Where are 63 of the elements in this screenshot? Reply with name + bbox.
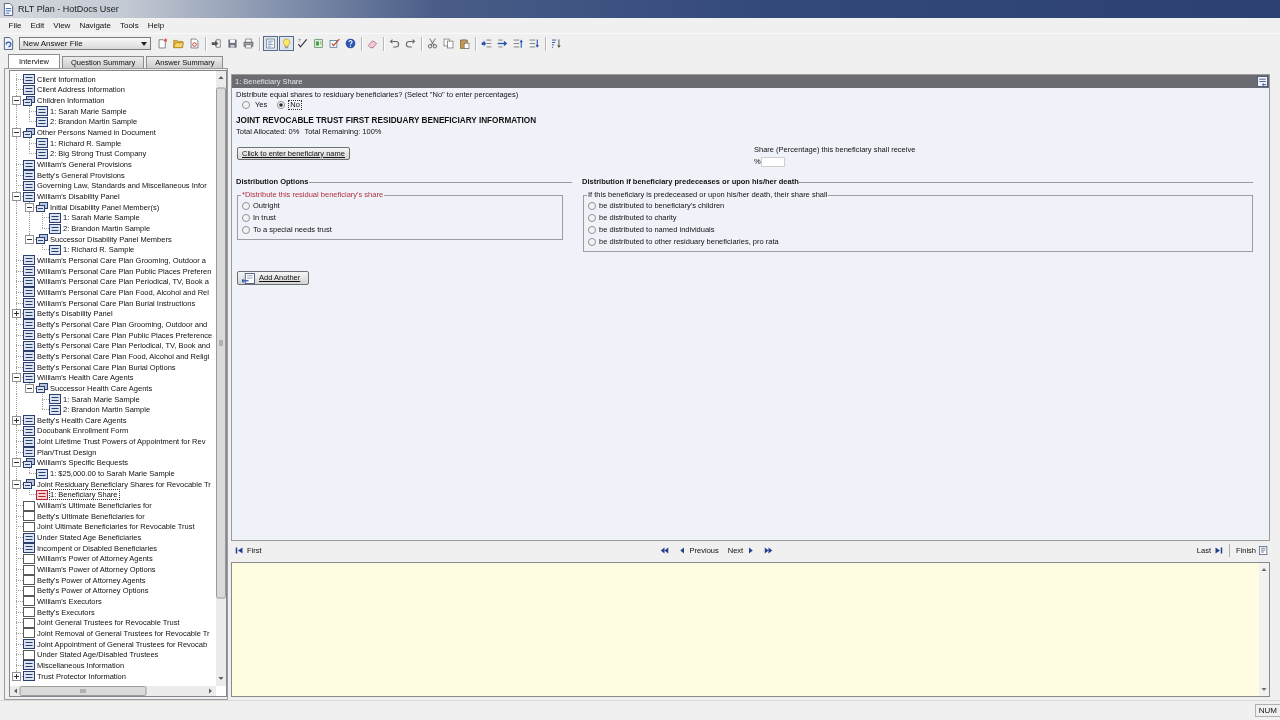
expand-icon[interactable] xyxy=(12,309,21,319)
horizontal-scrollbar[interactable] xyxy=(10,686,216,696)
double-left-arrow-icon[interactable] xyxy=(659,546,669,555)
status-indicator: NUM xyxy=(1254,704,1280,717)
menu-item[interactable]: Navigate xyxy=(74,19,116,32)
vertical-scrollbar[interactable] xyxy=(1259,563,1269,696)
move-up-icon[interactable] xyxy=(511,36,526,51)
collapse-icon[interactable] xyxy=(12,458,21,468)
collapse-icon[interactable] xyxy=(25,202,34,212)
paste-icon[interactable] xyxy=(457,36,472,51)
radio-button[interactable] xyxy=(277,101,286,109)
printer-icon[interactable] xyxy=(241,36,256,51)
window-icon[interactable] xyxy=(1257,76,1268,87)
lightbulb-icon[interactable] xyxy=(279,36,294,51)
collapse-icon[interactable] xyxy=(12,479,21,489)
radio-button[interactable] xyxy=(588,226,596,234)
vertical-scrollbar[interactable] xyxy=(216,71,226,686)
app-icon xyxy=(3,2,14,16)
radio-button[interactable] xyxy=(242,202,250,210)
collapse-icon[interactable] xyxy=(12,96,21,106)
double-right-arrow-icon[interactable] xyxy=(764,546,774,555)
document-icon xyxy=(1259,546,1268,555)
section-heading: JOINT REVOCABLE TRUST FIRST RESIDUARY BENEFICIARY INFORMATION xyxy=(236,115,537,127)
lined-page-icon[interactable] xyxy=(263,36,278,51)
right-arrow-icon[interactable] xyxy=(495,36,510,51)
arrow-page-icon[interactable] xyxy=(209,36,224,51)
radio-button[interactable] xyxy=(242,101,250,109)
collapse-icon[interactable] xyxy=(12,128,21,138)
page-icon[interactable] xyxy=(187,36,202,51)
collapse-icon[interactable] xyxy=(12,373,21,383)
radio-button[interactable] xyxy=(588,238,596,246)
right-triangle-icon xyxy=(746,546,756,555)
collapse-icon[interactable] xyxy=(25,383,34,393)
checkbox-icon[interactable] xyxy=(327,36,342,51)
move-down-icon[interactable] xyxy=(527,36,542,51)
copy-icon[interactable] xyxy=(441,36,456,51)
percentage-field[interactable] xyxy=(760,157,785,167)
expand-icon[interactable] xyxy=(12,671,21,681)
answer-file-dropdown[interactable]: New Answer File xyxy=(19,37,151,50)
help-icon[interactable] xyxy=(343,36,358,51)
radio-button[interactable] xyxy=(242,214,250,222)
radio-button[interactable] xyxy=(588,214,596,222)
collapse-icon[interactable] xyxy=(25,234,34,244)
menu-item[interactable]: File xyxy=(4,19,26,32)
caret-icon xyxy=(141,41,147,46)
indent-arrow-icon[interactable] xyxy=(479,36,494,51)
menu-item[interactable]: Help xyxy=(143,19,169,32)
save-icon[interactable] xyxy=(225,36,240,51)
scissors-icon[interactable] xyxy=(425,36,440,51)
window-title: RLT Plan - HotDocs User xyxy=(18,4,119,14)
new-page-icon[interactable] xyxy=(155,36,170,51)
collapse-icon[interactable] xyxy=(12,192,21,202)
menu-item[interactable]: Edit xyxy=(25,19,49,32)
checkmark-icon[interactable] xyxy=(295,36,310,51)
document-icon[interactable] xyxy=(3,37,14,50)
left-triangle-icon xyxy=(677,546,687,555)
skip-end-icon xyxy=(1214,546,1223,555)
expand-icon[interactable] xyxy=(12,415,21,425)
radio-button[interactable] xyxy=(588,202,596,210)
skip-start-icon xyxy=(235,546,244,555)
menu-item[interactable]: Tools xyxy=(115,19,144,32)
radio-button[interactable] xyxy=(242,226,250,234)
menu-item[interactable]: View xyxy=(48,19,75,32)
